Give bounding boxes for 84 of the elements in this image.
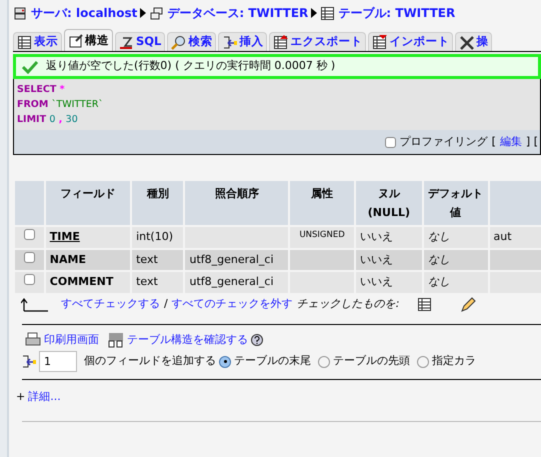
tab[interactable]: 操 xyxy=(455,32,492,51)
export-icon xyxy=(273,34,288,50)
table-cell: いいえ xyxy=(356,250,422,270)
sql-code: SELECT * FROM `TWITTER` LIMIT 0 , 30 xyxy=(14,79,540,130)
edit-link[interactable]: 編集 xyxy=(500,134,522,150)
table-cell: int(10) xyxy=(132,227,184,248)
tab[interactable]: エクスポート xyxy=(269,32,366,51)
link[interactable]: テーブル構造を確認する xyxy=(127,332,248,348)
radio-button[interactable] xyxy=(318,356,330,368)
table-cell xyxy=(290,250,354,270)
column-header: 種別 xyxy=(132,181,184,225)
search-icon xyxy=(171,34,186,50)
radio-label: 指定カラ xyxy=(432,353,476,370)
tab[interactable]: 挿入 xyxy=(218,32,268,51)
server-icon xyxy=(13,6,28,20)
table-cell: aut xyxy=(490,227,541,248)
help-icon xyxy=(251,334,263,346)
table-icon xyxy=(320,6,336,20)
bracket: ] [ xyxy=(526,134,538,150)
table-cell: なし xyxy=(424,272,488,292)
pencil-icon[interactable] xyxy=(460,296,476,312)
field-count-input[interactable]: 1 xyxy=(39,351,77,372)
link[interactable]: 印刷用画面 xyxy=(44,332,99,348)
breadcrumb-link[interactable]: データベース: TWITTER xyxy=(167,4,308,22)
column-header: フィールド xyxy=(46,181,130,225)
table-cell: utf8_general_ci xyxy=(185,272,288,292)
column-header: 属性 xyxy=(290,181,354,225)
radio-label: テーブルの先頭 xyxy=(333,353,410,370)
table-cell xyxy=(490,250,541,270)
profiling-label: プロファイリング xyxy=(400,134,488,150)
structure-icon xyxy=(68,33,83,48)
sql-icon xyxy=(119,34,134,50)
radio-button[interactable] xyxy=(219,356,231,368)
check-all-link[interactable]: すべてチェックする xyxy=(61,296,160,313)
plus-sign: + xyxy=(16,389,26,405)
checkmark-icon xyxy=(22,60,38,74)
bracket: [ xyxy=(492,134,496,150)
browse-icon[interactable] xyxy=(417,297,432,312)
printer-icon xyxy=(25,332,41,348)
tab[interactable]: インポート xyxy=(368,32,454,51)
separator: / xyxy=(164,296,168,312)
row-checkbox[interactable] xyxy=(24,274,35,285)
details-link[interactable]: 詳細... xyxy=(28,389,61,406)
tools-icon xyxy=(459,34,474,50)
table-cell: UNSIGNED xyxy=(290,227,354,248)
insert-icon xyxy=(21,354,36,369)
message-text: 返り値が空でした(行数0) ( クエリの実行時間 0.0007 秒 ) xyxy=(46,58,336,74)
radio-button[interactable] xyxy=(417,356,429,368)
table-cell: utf8_general_ci xyxy=(185,250,288,270)
column-header: デフォルト値 xyxy=(424,181,488,225)
field-name: COMMENT xyxy=(46,272,130,292)
add-fields-label: 個のフィールドを追加する xyxy=(84,353,216,370)
arrow-icon xyxy=(21,298,49,312)
arrow-icon xyxy=(140,8,146,18)
radio-label: テーブルの末尾 xyxy=(234,353,311,370)
table-cell: text xyxy=(132,272,184,292)
profiling-checkbox[interactable] xyxy=(384,136,396,148)
table-cell: いいえ xyxy=(356,272,422,292)
column-header: ヌル (NULL) xyxy=(356,181,422,225)
header-cell xyxy=(490,181,541,225)
table-cell: いいえ xyxy=(356,227,422,248)
database-icon xyxy=(149,6,164,20)
import-icon xyxy=(372,34,388,50)
row-checkbox[interactable] xyxy=(24,229,35,240)
table-cell: なし xyxy=(424,227,488,248)
uncheck-all-link[interactable]: すべてのチェックを外す xyxy=(172,296,293,313)
table-cell: なし xyxy=(424,250,488,270)
table-icon xyxy=(17,34,32,50)
tab[interactable]: 表示 xyxy=(13,32,62,51)
field-name: NAME xyxy=(46,250,130,270)
row-checkbox[interactable] xyxy=(24,252,35,262)
tab[interactable]: SQL xyxy=(115,32,166,51)
with-selected-label: チェックしたものを: xyxy=(296,296,400,312)
arrow-icon xyxy=(311,8,318,18)
insert-icon xyxy=(222,34,238,50)
tab[interactable]: 構造 xyxy=(64,29,113,51)
column-header: 照合順序 xyxy=(185,181,288,225)
table-cell: text xyxy=(132,250,184,270)
header-cell xyxy=(15,181,44,225)
table-grid-icon xyxy=(108,332,124,348)
breadcrumb-link[interactable]: テーブル: TWITTER xyxy=(338,4,456,22)
tab[interactable]: 検索 xyxy=(167,32,216,51)
field-name: TIME xyxy=(46,227,130,248)
breadcrumb-link[interactable]: サーバ: localhost xyxy=(31,4,138,22)
